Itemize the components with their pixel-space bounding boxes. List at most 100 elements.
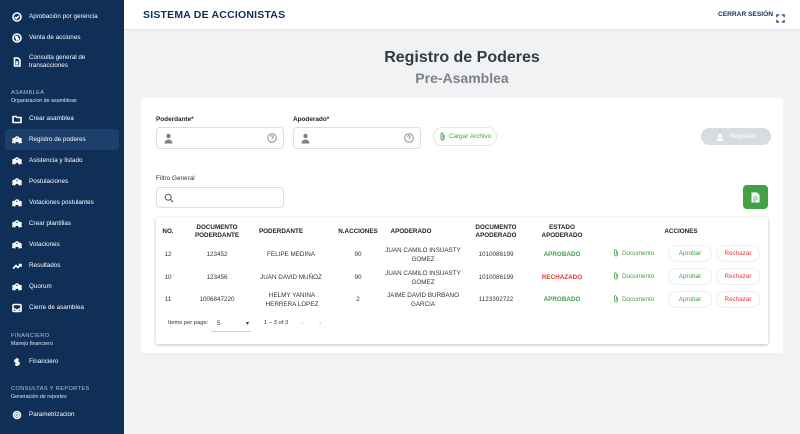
sidebar-item-aprobacion-gerencia[interactable]: Aprobación por gerencia (0, 6, 124, 27)
sidebar-item-registro-poderes[interactable]: Registro de poderes (5, 129, 119, 150)
section-subtitle-consultas: Generación de reportes (11, 394, 67, 400)
sidebar-item-crear-asamblea[interactable]: Crear asamblea (0, 108, 124, 129)
approve-button[interactable]: Aprobar (668, 291, 712, 308)
document-link-label: Documento (622, 295, 655, 303)
col-header-poderdante: PODERDANTE (258, 227, 304, 235)
items-per-page-select[interactable]: 5 ▾ (211, 317, 251, 332)
sidebar-item-label: Aprobación por gerencia (29, 13, 98, 20)
cell-poderdante: HELMY YANINA HERRERA LOPEZ (265, 291, 319, 308)
trend-icon (11, 260, 22, 271)
cell-no: 11 (164, 296, 172, 304)
register-label: Registrar (730, 133, 756, 140)
folder-icon (11, 113, 22, 124)
poderdante-field[interactable] (156, 127, 284, 149)
sidebar-item-label: Votaciones (29, 241, 60, 248)
filter-input[interactable] (156, 187, 284, 208)
group-icon (11, 197, 22, 208)
sidebar-item-votaciones[interactable]: Votaciones (0, 234, 124, 255)
sidebar-item-label: Financiero (29, 358, 59, 365)
col-header-estado: ESTADO APODERADO (541, 223, 583, 240)
col-header-apoderado: APODERADO (390, 227, 432, 235)
section-subtitle-financiero: Manejo financiero (11, 341, 53, 347)
apoderado-field[interactable] (293, 127, 421, 149)
items-per-page-value: 5 (217, 321, 221, 327)
dollar-circle-icon (11, 32, 22, 43)
cell-apoderado: JUAN CAMILO INSUASTY GOMEZ (385, 246, 461, 263)
pagination-range: 1 – 3 of 3 (264, 320, 289, 326)
sidebar-item-label: Votaciones postulantes (29, 199, 94, 206)
chevron-down-icon: ▾ (245, 321, 249, 327)
group-icon (11, 134, 22, 145)
search-icon (164, 193, 174, 203)
sidebar-item-label: Registro de poderes (29, 136, 86, 143)
group-icon (11, 239, 22, 250)
cell-doc-poderdante: 1006847220 (199, 296, 235, 304)
group-icon (11, 281, 22, 292)
cell-poderdante: FELIPE MEDINA (267, 251, 315, 259)
register-button[interactable]: Registrar (701, 128, 771, 145)
dollar-icon (11, 356, 22, 367)
cell-doc-poderdante: 123456 (206, 274, 228, 282)
reject-button[interactable]: Rechazar (716, 291, 760, 308)
cell-apoderado: JUAN CAMILO INSUASTY GOMEZ (385, 269, 461, 286)
approve-button[interactable]: Aprobar (668, 268, 712, 285)
sidebar-item-label: Crear asamblea (29, 115, 74, 122)
reject-button[interactable]: Rechazar (716, 245, 760, 262)
attach-icon (614, 295, 618, 303)
top-header: SISTEMA DE ACCIONISTAS CERRAR SESIÓN (124, 0, 800, 30)
attach-icon (614, 249, 618, 257)
col-header-no: NO. (162, 227, 174, 235)
upload-file-button[interactable]: Cargar Archivo (433, 127, 497, 146)
filter-label: Filtro General (156, 175, 195, 182)
col-header-doc-apoderado: DOCUMENTO APODERADO (475, 223, 517, 240)
sidebar-item-resultados[interactable]: Resultados (0, 255, 124, 276)
user-icon (301, 133, 310, 144)
inbox-icon (11, 302, 22, 313)
reject-button[interactable]: Rechazar (716, 268, 760, 285)
export-pdf-button[interactable] (743, 185, 768, 209)
sidebar-item-label: Parametrizacion (29, 411, 75, 418)
sidebar-item-crear-plantillas[interactable]: Crear plantillas (0, 213, 124, 234)
sidebar-item-parametrizacion[interactable]: Parametrizacion (0, 404, 124, 425)
cell-estado: APROBADO (543, 251, 581, 259)
sidebar-item-consulta-transacciones[interactable]: Consulta general de transacciones (0, 48, 124, 76)
apoderado-label: Apoderado* (293, 116, 330, 123)
settings-icon (11, 409, 22, 420)
sidebar-item-label: Quorum (29, 283, 52, 290)
section-subtitle-asamblea: Organizacion de asambleas (11, 98, 77, 104)
sidebar-item-cierre-asamblea[interactable]: Cierre de asamblea (0, 297, 124, 318)
section-title-asamblea: ASAMBLEA (11, 90, 45, 96)
attach-icon (614, 272, 618, 280)
page-subtitle: Pre-Asamblea (415, 70, 509, 86)
check-circle-icon (11, 11, 22, 22)
document-link[interactable]: Documento (613, 295, 654, 303)
cell-doc-apoderado: 1010086199 (478, 274, 514, 282)
cell-estado: APROBADO (543, 296, 581, 304)
sidebar-item-venta-acciones[interactable]: Venta de acciones (0, 27, 124, 48)
logout-button[interactable]: CERRAR SESIÓN (718, 11, 773, 18)
sidebar-item-label: Consulta general de transacciones (29, 53, 86, 70)
prev-page-icon[interactable]: ‹ (301, 320, 303, 327)
document-link[interactable]: Documento (613, 249, 654, 257)
cell-no: 12 (164, 251, 172, 259)
cell-acciones: 2 (356, 296, 360, 304)
next-page-icon[interactable]: › (319, 320, 321, 327)
page-title: Registro de Poderes (384, 49, 540, 66)
sidebar-item-financiero[interactable]: Financiero (0, 351, 124, 372)
help-icon[interactable] (267, 133, 277, 143)
document-icon (11, 57, 22, 68)
approve-button[interactable]: Aprobar (668, 245, 712, 262)
sidebar-item-votaciones-postulantes[interactable]: Votaciones postulantes (0, 192, 124, 213)
help-icon[interactable] (404, 133, 414, 143)
col-header-doc-poderdante: DOCUMENTO PODERDANTE (194, 223, 240, 240)
document-link[interactable]: Documento (613, 272, 654, 280)
sidebar: Aprobación por gerencia Venta de accione… (0, 0, 124, 434)
items-per-page-label: Items per page: (168, 320, 209, 326)
sidebar-item-quorum[interactable]: Quorum (0, 276, 124, 297)
sidebar-item-asistencia[interactable]: Asistencia y listado (0, 150, 124, 171)
sidebar-item-postulaciones[interactable]: Postulaciones (0, 171, 124, 192)
document-link-label: Documento (622, 249, 655, 257)
cell-no: 10 (164, 274, 172, 282)
group-icon (11, 155, 22, 166)
fullscreen-icon[interactable] (776, 10, 785, 23)
